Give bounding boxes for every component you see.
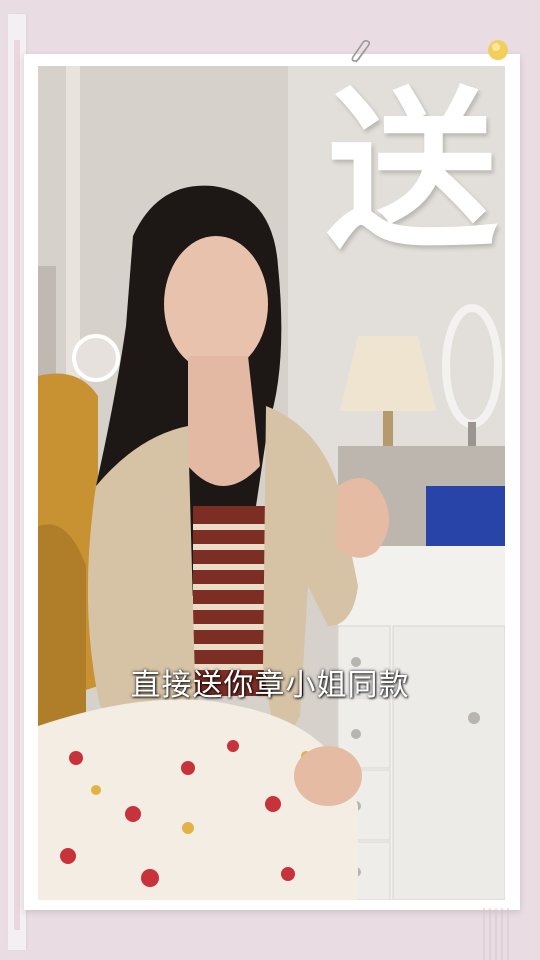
pushpin-icon — [488, 40, 508, 60]
video-frame[interactable]: 送 — [38, 66, 505, 900]
decorative-strip — [14, 40, 20, 930]
decorative-lines — [483, 908, 509, 960]
paperclip-icon — [351, 40, 371, 63]
video-subtitle: 直接送你章小姐同款 — [130, 668, 410, 703]
overlay-big-character: 送 — [326, 71, 498, 272]
photo-card: 送 — [24, 54, 520, 910]
